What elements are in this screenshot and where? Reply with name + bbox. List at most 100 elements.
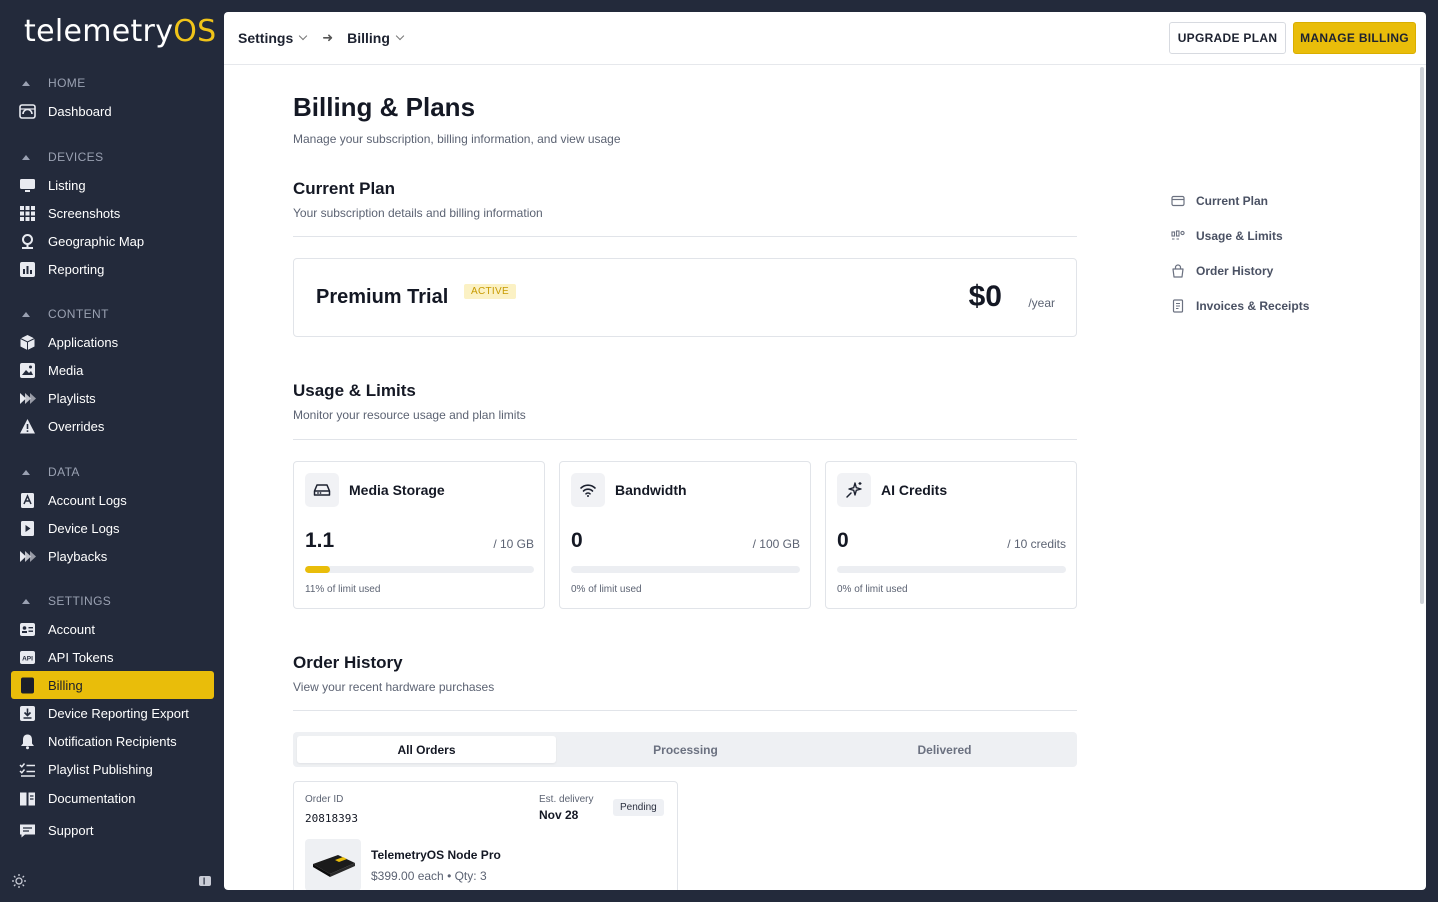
section-toggle-content[interactable]: CONTENT	[0, 300, 224, 328]
sidebar-item-overrides[interactable]: Overrides	[0, 412, 224, 440]
sidebar: telemetryOS HOME Dashboard DEVICES Listi…	[0, 0, 224, 902]
divider	[293, 439, 1077, 440]
tab-delivered[interactable]: Delivered	[815, 736, 1074, 763]
manage-billing-button[interactable]: MANAGE BILLING	[1293, 22, 1416, 54]
usage-value: 0	[571, 529, 583, 552]
toc-item-invoices-receipts[interactable]: Invoices & Receipts	[1171, 288, 1309, 323]
usage-value: 0	[837, 529, 849, 552]
plan-card: Premium Trial ACTIVE $0 /year	[293, 258, 1077, 337]
nav-section-content: CONTENT Applications Media Playlists Ove…	[0, 300, 224, 440]
label-text: DEVICES	[48, 150, 104, 164]
usage-progress-bar	[305, 566, 534, 573]
warning-icon	[19, 418, 36, 435]
grid-icon	[19, 205, 36, 222]
collapse-sidebar-icon[interactable]	[197, 873, 213, 889]
toc-item-usage-limits[interactable]: Usage & Limits	[1171, 218, 1309, 253]
usage-limit: / 100 GB	[752, 537, 800, 551]
sidebar-item-screenshots[interactable]: Screenshots	[0, 199, 224, 227]
chevron-down-icon	[298, 31, 308, 41]
image-icon	[19, 362, 36, 379]
plan-period: /year	[1028, 296, 1055, 310]
toc-item-order-history[interactable]: Order History	[1171, 253, 1309, 288]
nav-section-settings: SETTINGS Account API API Tokens $ Billin…	[0, 587, 224, 783]
breadcrumb-settings[interactable]: Settings	[238, 30, 308, 46]
sidebar-item-account-logs[interactable]: Account Logs	[0, 486, 224, 514]
section-toggle-data[interactable]: DATA	[0, 458, 224, 486]
nav-section-support: Support	[0, 816, 224, 844]
sidebar-item-label: Playbacks	[48, 548, 108, 564]
usage-progress-bar	[571, 566, 800, 573]
collapse-caret-icon	[22, 598, 30, 604]
usage-heading: Usage & Limits	[293, 381, 416, 400]
list-check-icon	[19, 761, 36, 778]
sidebar-item-label: Notification Recipients	[48, 733, 177, 749]
sidebar-item-listing[interactable]: Listing	[0, 171, 224, 199]
section-toggle-home[interactable]: HOME	[0, 69, 224, 97]
order-history-subheading: View your recent hardware purchases	[293, 680, 495, 694]
sidebar-item-geographic-map[interactable]: Geographic Map	[0, 227, 224, 255]
sidebar-item-label: Account	[48, 621, 95, 637]
tab-all-orders[interactable]: All Orders	[297, 736, 556, 763]
sidebar-item-device-reporting-export[interactable]: Device Reporting Export	[0, 699, 224, 727]
sidebar-item-reporting[interactable]: Reporting	[0, 255, 224, 283]
sidebar-item-notification-recipients[interactable]: Notification Recipients	[0, 727, 224, 755]
sidebar-item-device-logs[interactable]: Device Logs	[0, 514, 224, 542]
upgrade-plan-button[interactable]: UPGRADE PLAN	[1169, 22, 1286, 54]
sidebar-item-billing[interactable]: $ Billing	[11, 671, 214, 699]
sidebar-item-documentation[interactable]: Documentation	[0, 784, 224, 812]
sidebar-item-label: Device Reporting Export	[48, 705, 189, 721]
sidebar-item-label: Playlist Publishing	[48, 761, 153, 777]
sidebar-item-label: Playlists	[48, 390, 96, 406]
app-logo[interactable]: telemetryOS	[24, 14, 217, 49]
tab-processing[interactable]: Processing	[556, 736, 815, 763]
device-log-icon	[19, 520, 36, 537]
sidebar-item-label: Account Logs	[48, 492, 127, 508]
label-text: Order History	[1196, 263, 1274, 278]
sidebar-item-label: Reporting	[48, 261, 105, 277]
sidebar-item-label: Documentation	[48, 790, 136, 806]
invoice-icon	[1171, 298, 1185, 313]
credit-card-icon	[1171, 194, 1185, 208]
sidebar-item-playlists[interactable]: Playlists	[0, 384, 224, 412]
label-text: telemetry	[24, 14, 174, 49]
toc-item-current-plan[interactable]: Current Plan	[1171, 183, 1309, 218]
label-text: CONTENT	[48, 307, 109, 321]
breadcrumb-billing[interactable]: Billing	[347, 30, 405, 46]
sidebar-item-label: Screenshots	[48, 205, 121, 221]
sidebar-item-api-tokens[interactable]: API API Tokens	[0, 643, 224, 671]
collapse-caret-icon	[22, 80, 30, 86]
usage-limit: / 10 credits	[1007, 537, 1066, 551]
account-log-icon	[19, 492, 36, 509]
sidebar-item-dashboard[interactable]: Dashboard	[0, 97, 224, 125]
book-icon	[19, 790, 36, 807]
usage-icon	[1171, 229, 1185, 243]
sidebar-item-label: Media	[48, 362, 84, 378]
shopping-bag-icon	[1171, 263, 1185, 278]
id-card-icon	[19, 621, 36, 638]
product-image	[305, 839, 361, 890]
dashboard-icon	[19, 103, 36, 120]
section-toggle-devices[interactable]: DEVICES	[0, 143, 224, 171]
sidebar-item-support[interactable]: Support	[0, 816, 224, 844]
order-id-label: Order ID	[305, 794, 344, 805]
usage-progress-fill	[305, 566, 331, 573]
sidebar-item-media[interactable]: Media	[0, 356, 224, 384]
order-card[interactable]: Order ID 20818393 Est. delivery Nov 28 P…	[293, 781, 678, 890]
sidebar-item-applications[interactable]: Applications	[0, 328, 224, 356]
sidebar-footer	[0, 862, 224, 902]
usage-card-ai-credits: AI Credits 0 / 10 credits 0% of limit us…	[825, 461, 1077, 609]
sidebar-item-account[interactable]: Account	[0, 615, 224, 643]
nav-section-home: HOME Dashboard	[0, 69, 224, 125]
sidebar-item-playbacks[interactable]: Playbacks	[0, 542, 224, 570]
theme-toggle-sun-icon[interactable]	[11, 873, 27, 889]
page-toc: Current Plan Usage & Limits Order Histor…	[1171, 183, 1309, 323]
section-toggle-settings[interactable]: SETTINGS	[0, 587, 224, 615]
sidebar-item-playlist-publishing[interactable]: Playlist Publishing	[0, 755, 224, 783]
plan-name: Premium Trial	[316, 286, 449, 308]
delivery-label: Est. delivery	[539, 794, 594, 805]
usage-subheading: Monitor your resource usage and plan lim…	[293, 408, 526, 422]
page-scrollbar[interactable]	[1420, 67, 1424, 604]
sidebar-item-label: Overrides	[48, 418, 105, 434]
label-text: DATA	[48, 465, 80, 479]
sidebar-item-label: Billing	[48, 677, 83, 693]
